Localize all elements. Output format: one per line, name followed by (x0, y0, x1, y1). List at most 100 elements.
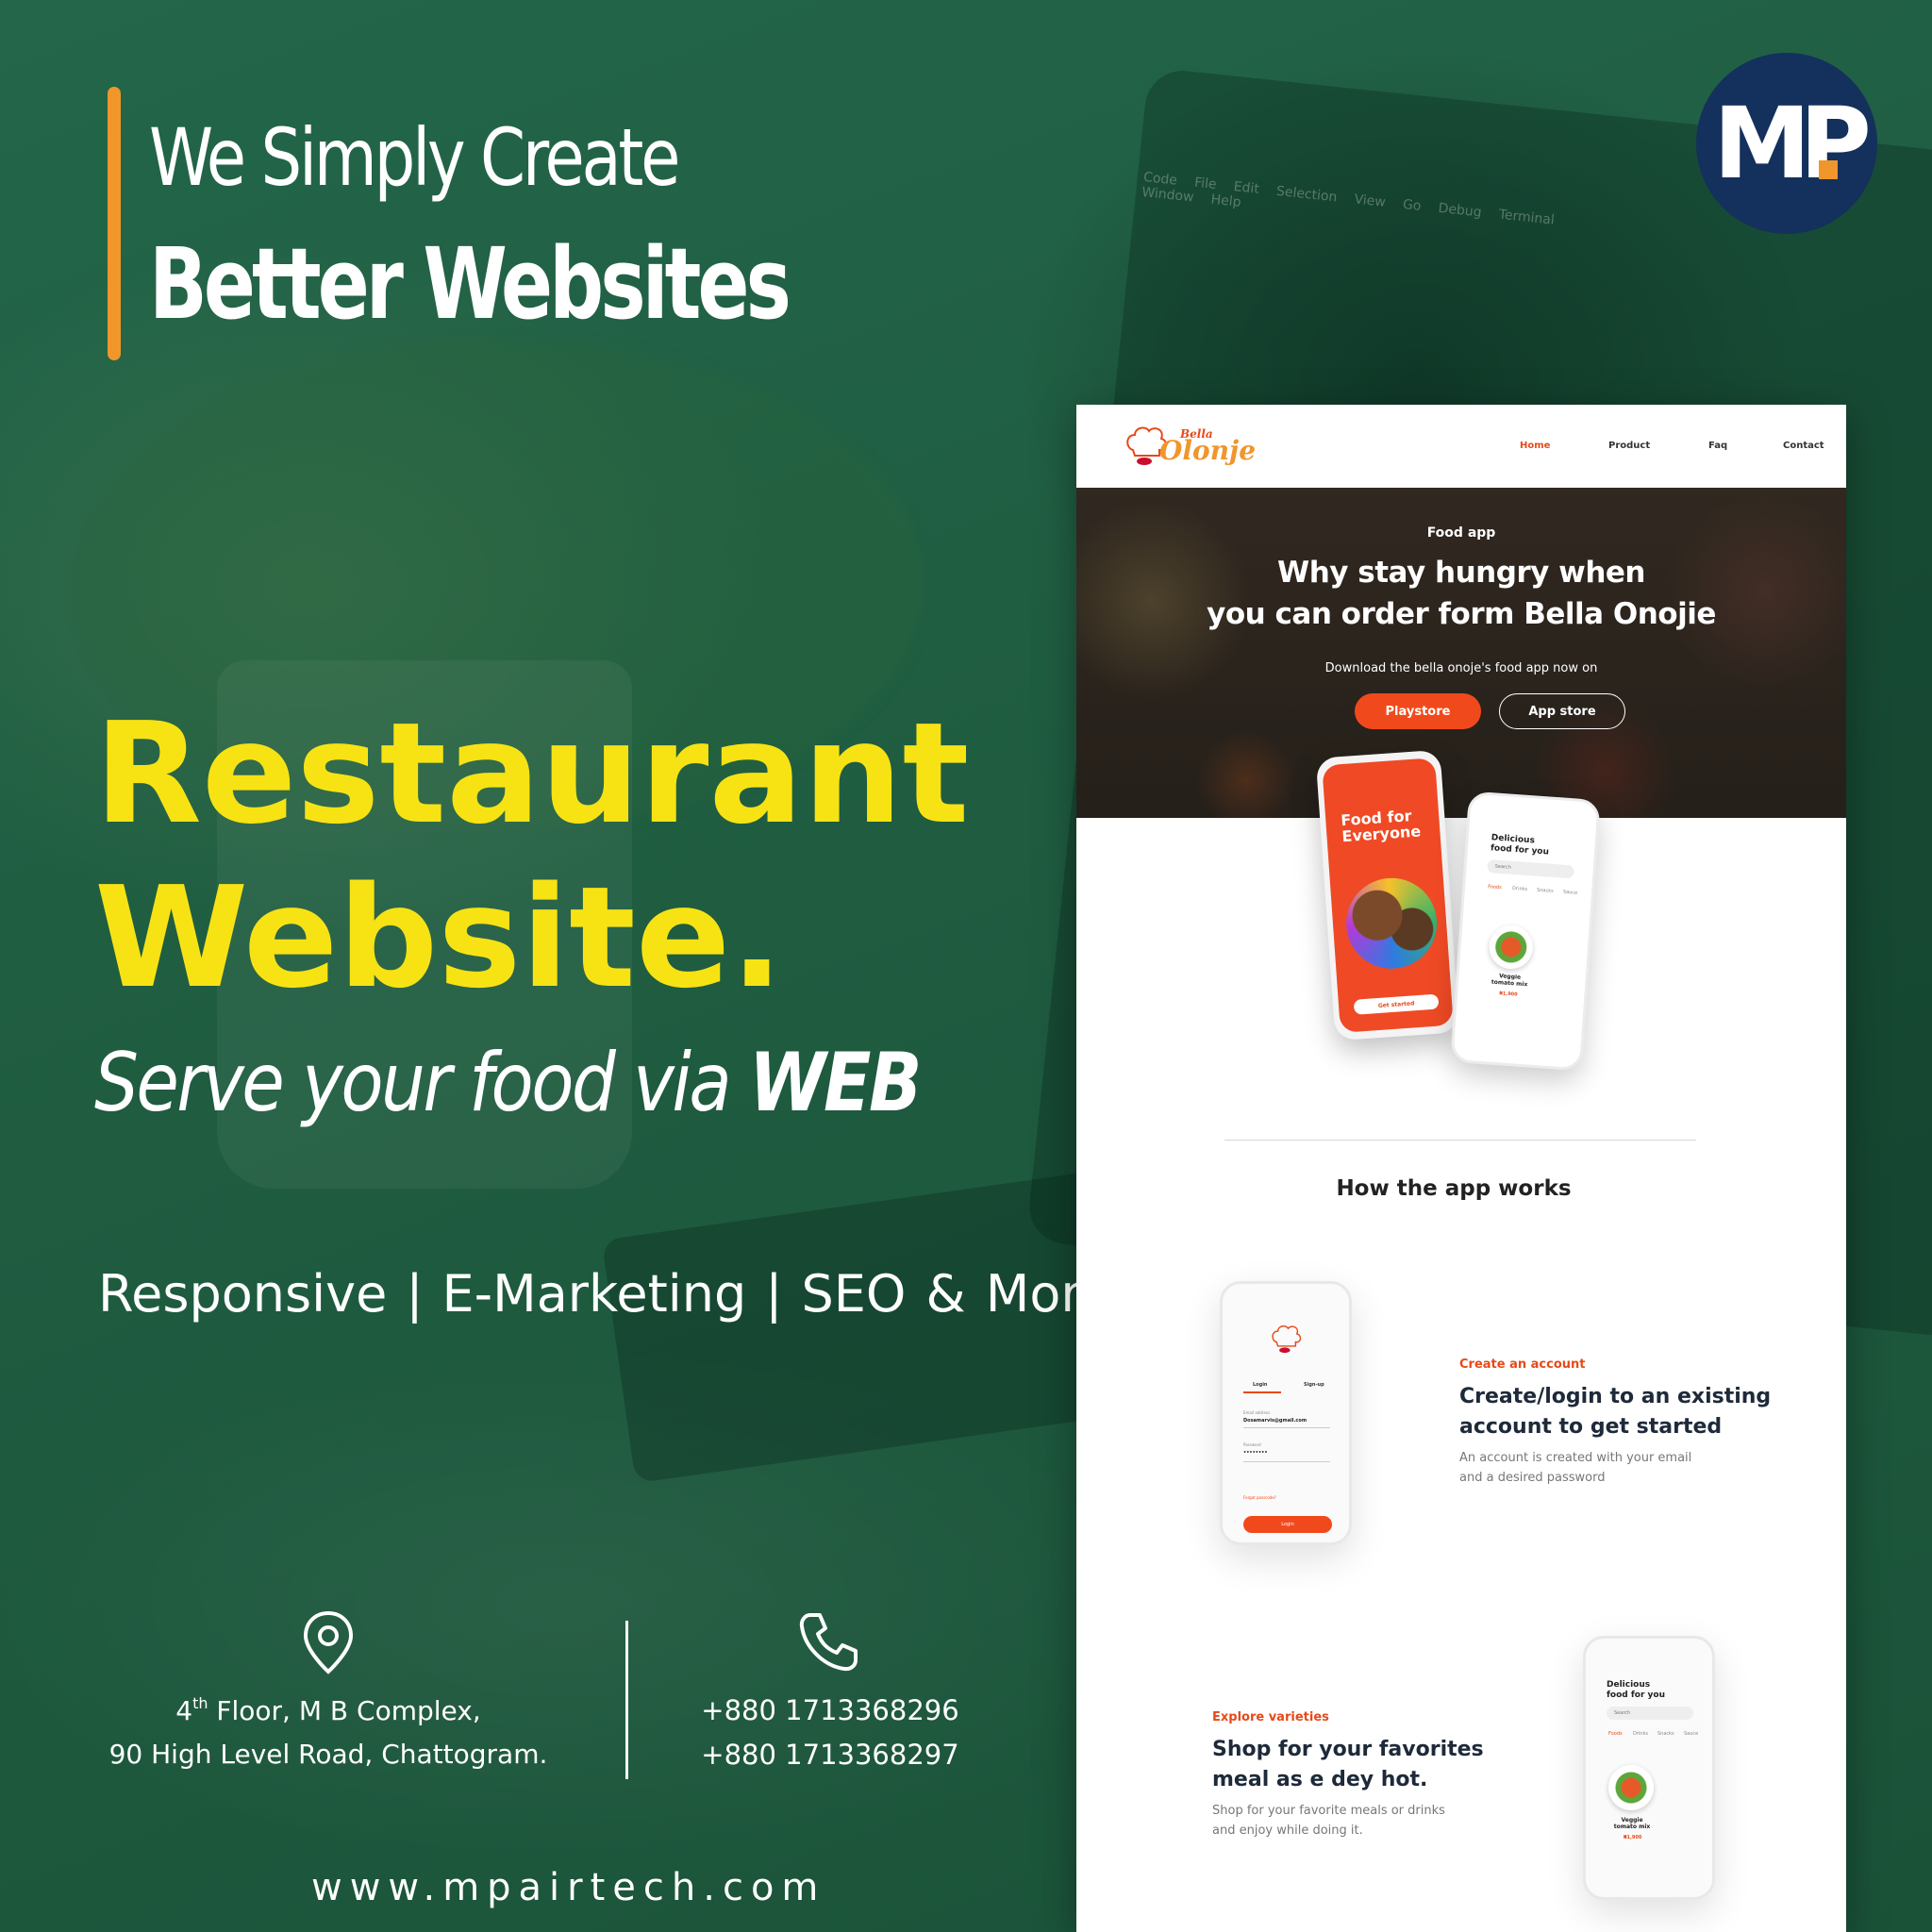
playstore-button[interactable]: Playstore (1355, 693, 1481, 729)
step1-title: Create/login to an existing account to ge… (1459, 1382, 1771, 1442)
login-tab[interactable]: Login (1253, 1382, 1267, 1388)
address-line1: 4th Floor, M B Complex, (104, 1694, 553, 1726)
address-floor-num: 4 (175, 1695, 193, 1726)
contact-divider (625, 1621, 628, 1779)
step2-desc: Shop for your favorite meals or drinks an… (1212, 1801, 1445, 1841)
step2-tab[interactable]: Snacks (1657, 1731, 1674, 1737)
phone-white-title-line2: food for you (1490, 843, 1550, 858)
password-underline (1243, 1461, 1330, 1462)
nav-product[interactable]: Product (1608, 441, 1650, 451)
food-plate-image (1608, 1765, 1654, 1810)
service-item: SEO & More (801, 1264, 1112, 1324)
phone-number-1[interactable]: +880 1713368296 (698, 1694, 962, 1726)
signup-tab[interactable]: Sign-up (1304, 1382, 1324, 1388)
step2-desc-line1: Shop for your favorite meals or drinks (1212, 1804, 1445, 1818)
phone-icon (799, 1613, 858, 1672)
phone-white-tab[interactable]: Foods (1488, 884, 1502, 891)
step2-phone: Delicious food for you Search Foods Drink… (1583, 1636, 1715, 1900)
phone-white-tab[interactable]: Snacks (1537, 888, 1554, 894)
appstore-button[interactable]: App store (1499, 693, 1625, 729)
step2-label: Explore varieties (1212, 1710, 1329, 1724)
accent-bar (108, 87, 121, 360)
step2-title-line2: meal as e dey hot. (1212, 1767, 1428, 1791)
phone-red-title: Food for Everyone (1341, 807, 1422, 845)
address-line2: 90 High Level Road, Chattogram. (108, 1739, 548, 1770)
phone-white-search[interactable]: Search (1487, 859, 1574, 879)
password-label: Password (1243, 1442, 1261, 1447)
nav-faq[interactable]: Faq (1708, 441, 1727, 451)
logo-dot (1819, 160, 1838, 179)
subheadline: Serve your food via WEB (94, 1036, 922, 1130)
mockup-brand[interactable]: Bella Olonje (1124, 422, 1256, 475)
step1-label: Create an account (1459, 1357, 1586, 1372)
subheadline-emphasis: WEB (749, 1036, 922, 1130)
email-underline (1243, 1427, 1330, 1428)
service-separator: | (765, 1264, 783, 1324)
services-list: Responsive | E-Marketing | SEO & More (98, 1264, 1112, 1324)
step1-desc: An account is created with your email and… (1459, 1448, 1691, 1489)
step1-desc-line1: An account is created with your email (1459, 1451, 1692, 1465)
step1-title-line2: account to get started (1459, 1414, 1723, 1439)
tagline-line2: Better Websites (149, 226, 791, 341)
step1-title-line1: Create/login to an existing (1459, 1385, 1772, 1408)
phone-white-title: Delicious food for you (1491, 833, 1550, 858)
login-button[interactable]: Login (1243, 1516, 1332, 1533)
step2-tab[interactable]: Sauce (1684, 1731, 1698, 1737)
forgot-passcode-link[interactable]: Forgot passcode? (1243, 1495, 1276, 1500)
step2-search-input[interactable]: Search (1607, 1707, 1693, 1720)
login-tab-indicator (1243, 1391, 1281, 1393)
mockup-hero: Food app Why stay hungry when you can or… (1076, 488, 1846, 818)
subheadline-prefix: Serve your food via (94, 1036, 750, 1130)
food-item-price: ₦1,900 (1624, 1835, 1642, 1840)
chef-hat-icon (1272, 1324, 1302, 1354)
food-item-price: ₦1,900 (1499, 991, 1518, 998)
phone-mockup-red: Food for Everyone Get started (1315, 749, 1460, 1041)
section-title: How the app works (1336, 1176, 1572, 1201)
step2-title: Shop for your favorites meal as e dey hot… (1212, 1735, 1484, 1795)
address-line1-rest: Floor, M B Complex, (208, 1695, 481, 1726)
step1-phone: Login Sign-up Email address Dosamarvis@g… (1220, 1281, 1352, 1545)
website-mockup: Bella Olonje Home Product Faq Contact Fo… (1076, 405, 1846, 1932)
hero-tag: Food app (1426, 525, 1496, 541)
website-url[interactable]: www.mpairtech.com (311, 1866, 825, 1909)
phone-red-screen: Food for Everyone Get started (1322, 758, 1454, 1033)
brand-name-large: Olonje (1159, 435, 1257, 466)
phone-number-2[interactable]: +880 1713368297 (698, 1739, 962, 1771)
hero-title-line2: you can order form Bella Onojie (1207, 597, 1716, 631)
location-pin-icon (303, 1610, 354, 1674)
phone-white-tab[interactable]: Drinks (1512, 886, 1527, 892)
step2-tab[interactable]: Drinks (1633, 1731, 1648, 1737)
food-item-name: Veggie tomato mix (1613, 1817, 1651, 1830)
step1-desc-line2: and a desired password (1459, 1471, 1606, 1486)
hero-title-line1: Why stay hungry when (1277, 556, 1646, 590)
step2-phone-title-line2: food for you (1607, 1690, 1665, 1700)
service-separator: | (406, 1264, 424, 1324)
password-field[interactable]: •••••••• (1243, 1450, 1268, 1456)
nav-contact[interactable]: Contact (1783, 441, 1824, 451)
company-logo: MP (1696, 53, 1877, 234)
step2-desc-line2: and enjoy while doing it. (1212, 1824, 1363, 1839)
step2-phone-title-line1: Delicious (1607, 1680, 1651, 1690)
address-floor-sup: th (192, 1694, 208, 1712)
phone-white-tab[interactable]: Sauce (1563, 890, 1578, 896)
email-field[interactable]: Dosamarvis@gmail.com (1243, 1418, 1307, 1424)
step2-phone-title: Delicious food for you (1607, 1680, 1665, 1701)
service-item: E-Marketing (441, 1264, 747, 1324)
mockup-navbar: Bella Olonje Home Product Faq Contact (1076, 405, 1846, 488)
phone-mockup-white: Delicious food for you Search Foods Drink… (1450, 791, 1601, 1072)
email-label: Email address (1243, 1410, 1271, 1415)
food-plate-image (1488, 924, 1535, 971)
step2-title-line1: Shop for your favorites (1212, 1738, 1484, 1761)
section-divider (1224, 1140, 1696, 1141)
step2-tab[interactable]: Foods (1608, 1731, 1623, 1737)
get-started-button[interactable]: Get started (1353, 993, 1440, 1015)
headline-line2: Website. (94, 857, 784, 1019)
tagline-line1: We Simply Create (149, 111, 680, 204)
nav-home[interactable]: Home (1520, 441, 1550, 451)
food-item-name: Veggie tomato mix (1491, 973, 1528, 988)
headline-line1: Restaurant (94, 692, 970, 855)
service-item: Responsive (98, 1264, 388, 1324)
hero-subtitle: Download the bella onoje's food app now … (1324, 661, 1598, 675)
logo-text: MP (1713, 86, 1872, 201)
characters-illustration (1342, 874, 1441, 973)
